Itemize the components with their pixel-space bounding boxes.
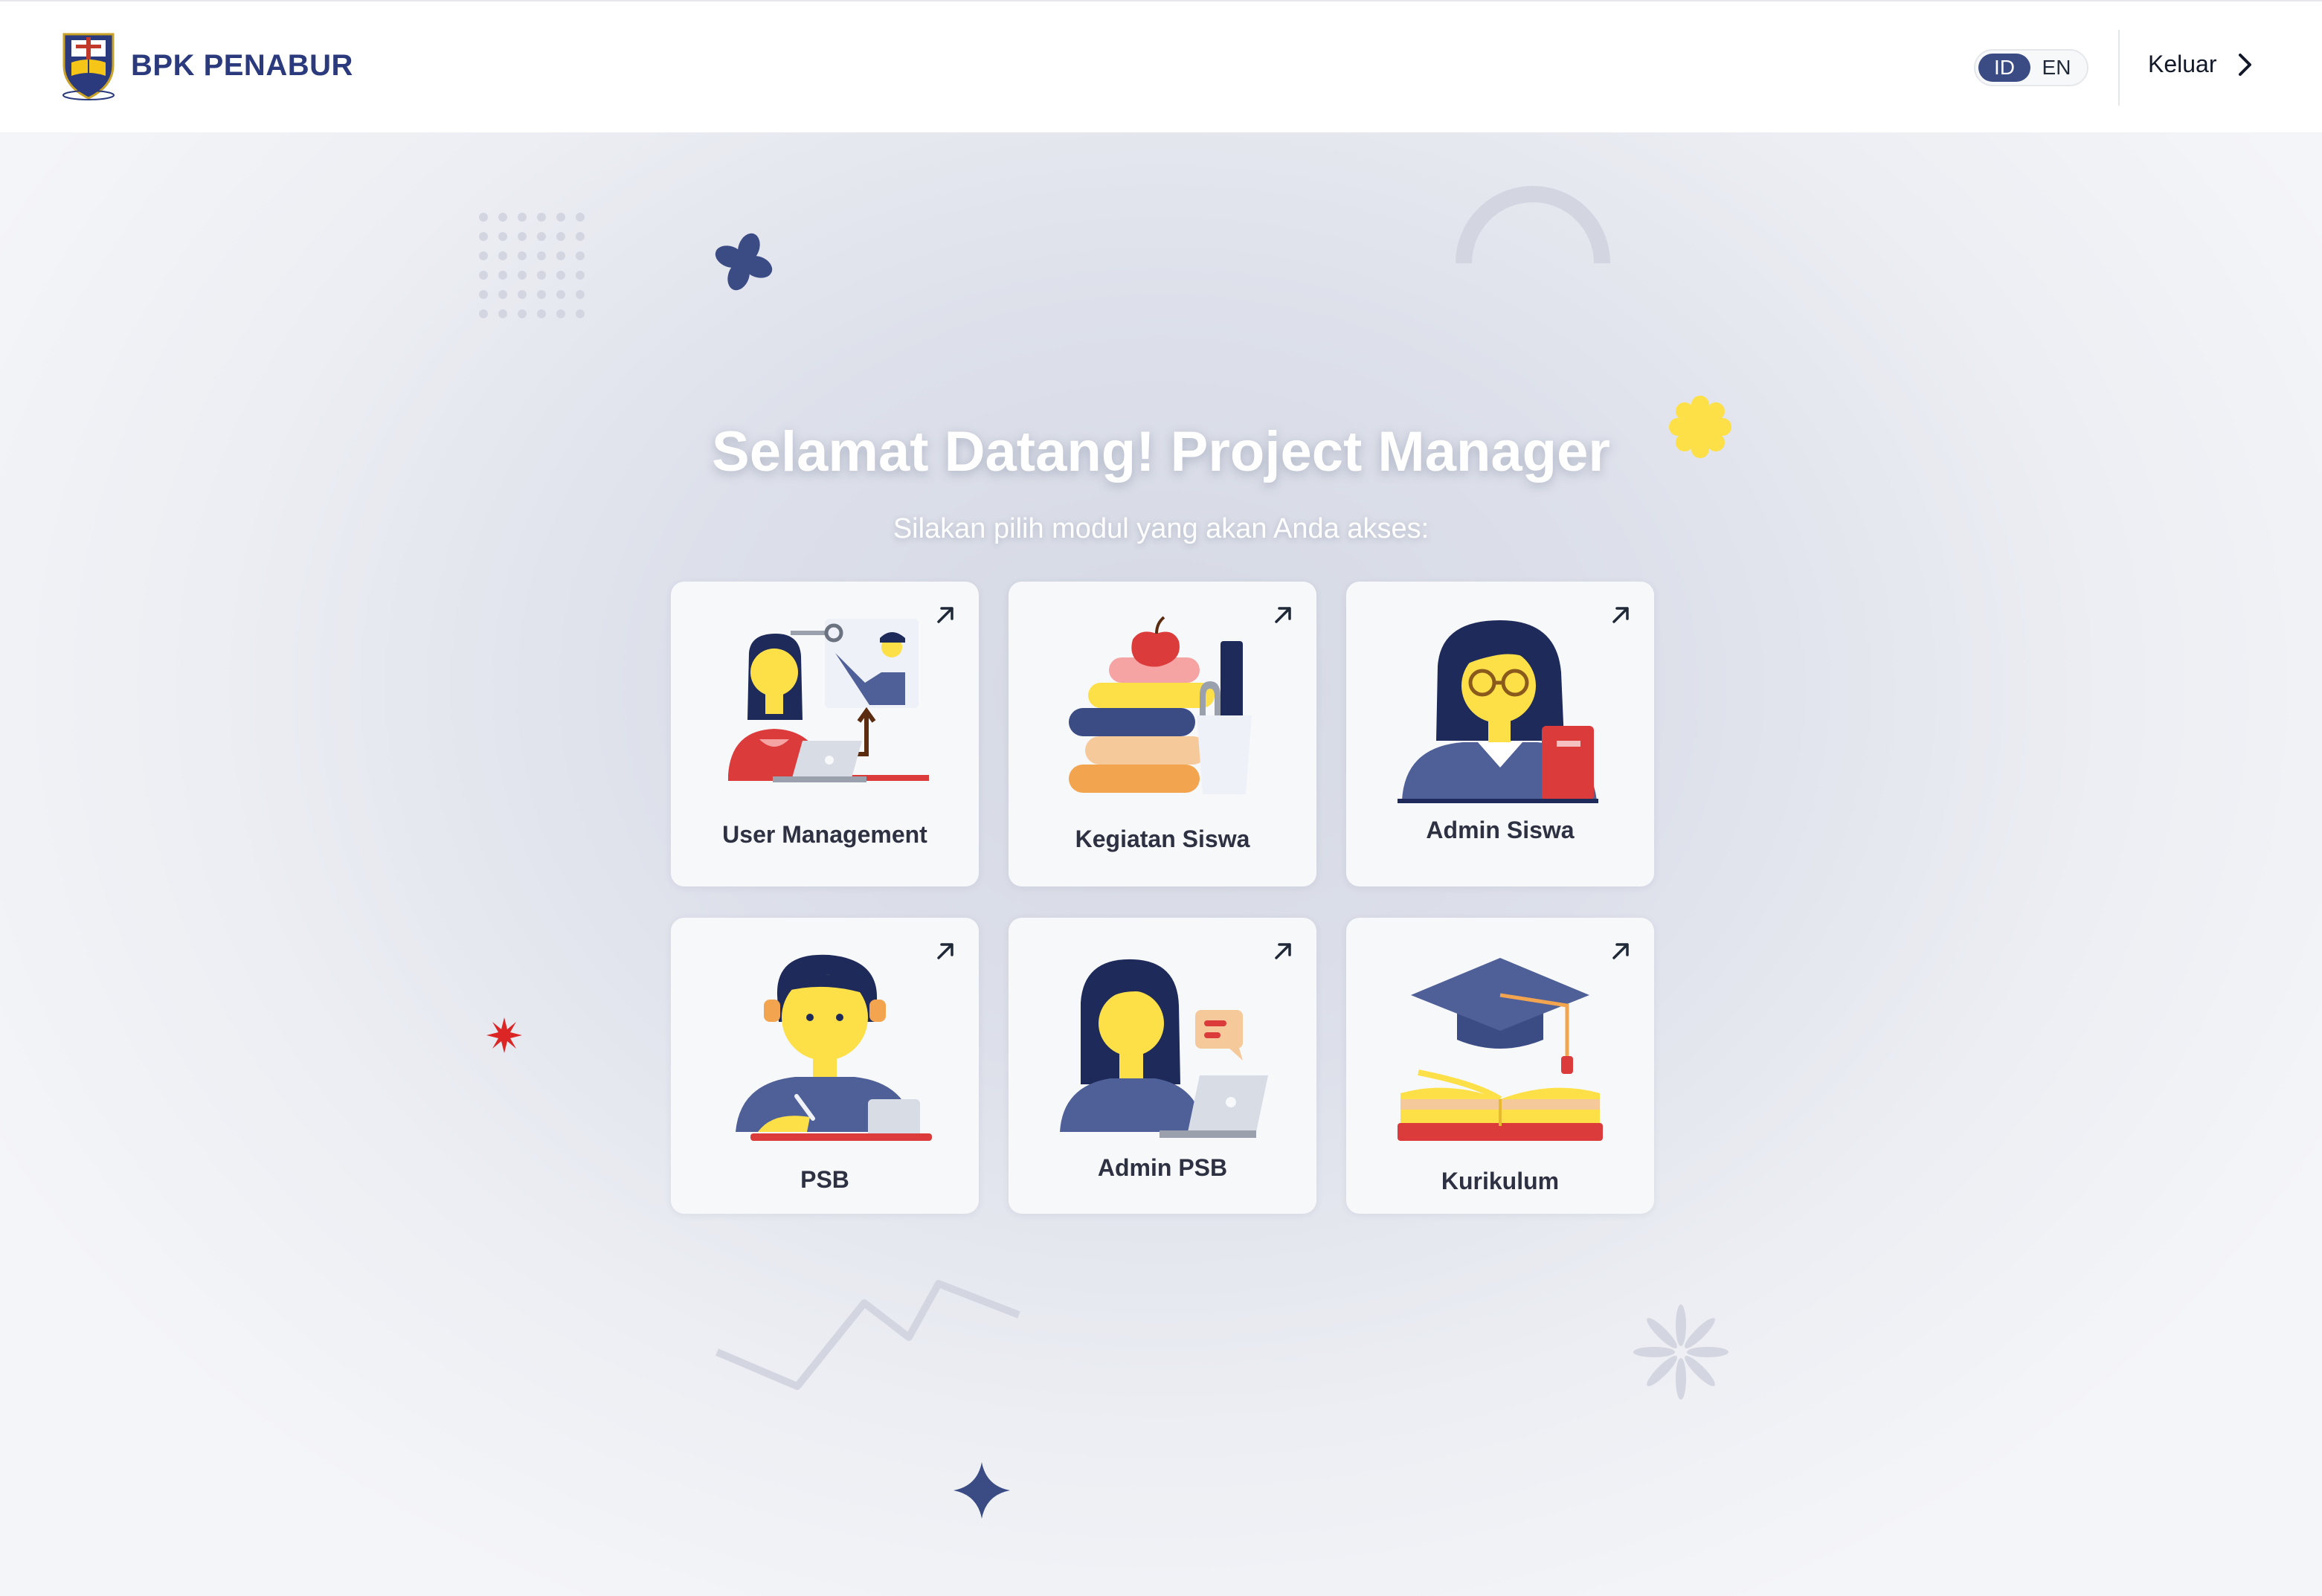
logout-button[interactable]: Keluar [2148, 51, 2254, 78]
module-card-admin-siswa[interactable]: Admin Siswa [1346, 582, 1654, 887]
module-card-kurikulum[interactable]: Kurikulum [1346, 918, 1654, 1214]
logout-label: Keluar [2148, 51, 2217, 77]
admin-laptop-illustration-icon [1060, 959, 1268, 1138]
teacher-glasses-illustration-icon [1398, 620, 1598, 803]
red-burst-decoration [486, 1017, 522, 1053]
books-apple-illustration-icon [1069, 616, 1252, 794]
welcome-title: Selamat Datang! Project Manager [712, 420, 1610, 483]
main-area: Selamat Datang! Project Manager Silakan … [0, 132, 2322, 1596]
top-header: BPK PENABUR ID EN Keluar [0, 0, 2322, 132]
lang-option-en[interactable]: EN [2030, 54, 2083, 82]
graduation-cap-book-illustration-icon [1398, 958, 1603, 1141]
module-label: Kurikulum [1441, 1168, 1560, 1194]
arrow-up-right-icon [937, 607, 953, 623]
arrow-up-right-icon [937, 943, 953, 959]
school-crest-icon [62, 33, 115, 100]
module-label: User Management [722, 821, 927, 848]
brand-logo[interactable]: BPK PENABUR [60, 27, 353, 104]
module-label: Admin Siswa [1426, 817, 1575, 843]
arc-decoration [1456, 186, 1610, 264]
arrow-up-right-icon [1275, 607, 1291, 623]
grey-starburst-decoration [1633, 1304, 1728, 1400]
module-label: PSB [800, 1166, 849, 1193]
arrow-up-right-icon [1612, 943, 1629, 959]
module-card-admin-psb[interactable]: Admin PSB [1009, 918, 1316, 1214]
zigzag-decoration [715, 1280, 1020, 1390]
arrow-up-right-icon [1275, 943, 1291, 959]
welcome-subtitle: Silakan pilih modul yang akan Anda akses… [893, 513, 1429, 544]
user-management-illustration-icon [728, 619, 929, 782]
student-writing-illustration-icon [736, 954, 932, 1141]
language-toggle[interactable]: ID EN [1974, 49, 2088, 86]
lang-option-id[interactable]: ID [1978, 54, 2030, 82]
module-card-user-management[interactable]: User Management [671, 582, 979, 887]
arrow-up-right-icon [1612, 607, 1629, 623]
header-divider [2118, 30, 2120, 106]
navy-star-decoration [953, 1462, 1010, 1519]
blue-clover-decoration [715, 233, 773, 291]
module-card-kegiatan-siswa[interactable]: Kegiatan Siswa [1009, 582, 1316, 887]
brand-name: BPK PENABUR [131, 48, 353, 82]
chevron-right-icon [2238, 53, 2251, 76]
module-label: Admin PSB [1097, 1154, 1228, 1181]
module-card-psb[interactable]: PSB [671, 918, 979, 1214]
module-label: Kegiatan Siswa [1075, 826, 1250, 852]
dot-grid-decoration [479, 213, 585, 318]
